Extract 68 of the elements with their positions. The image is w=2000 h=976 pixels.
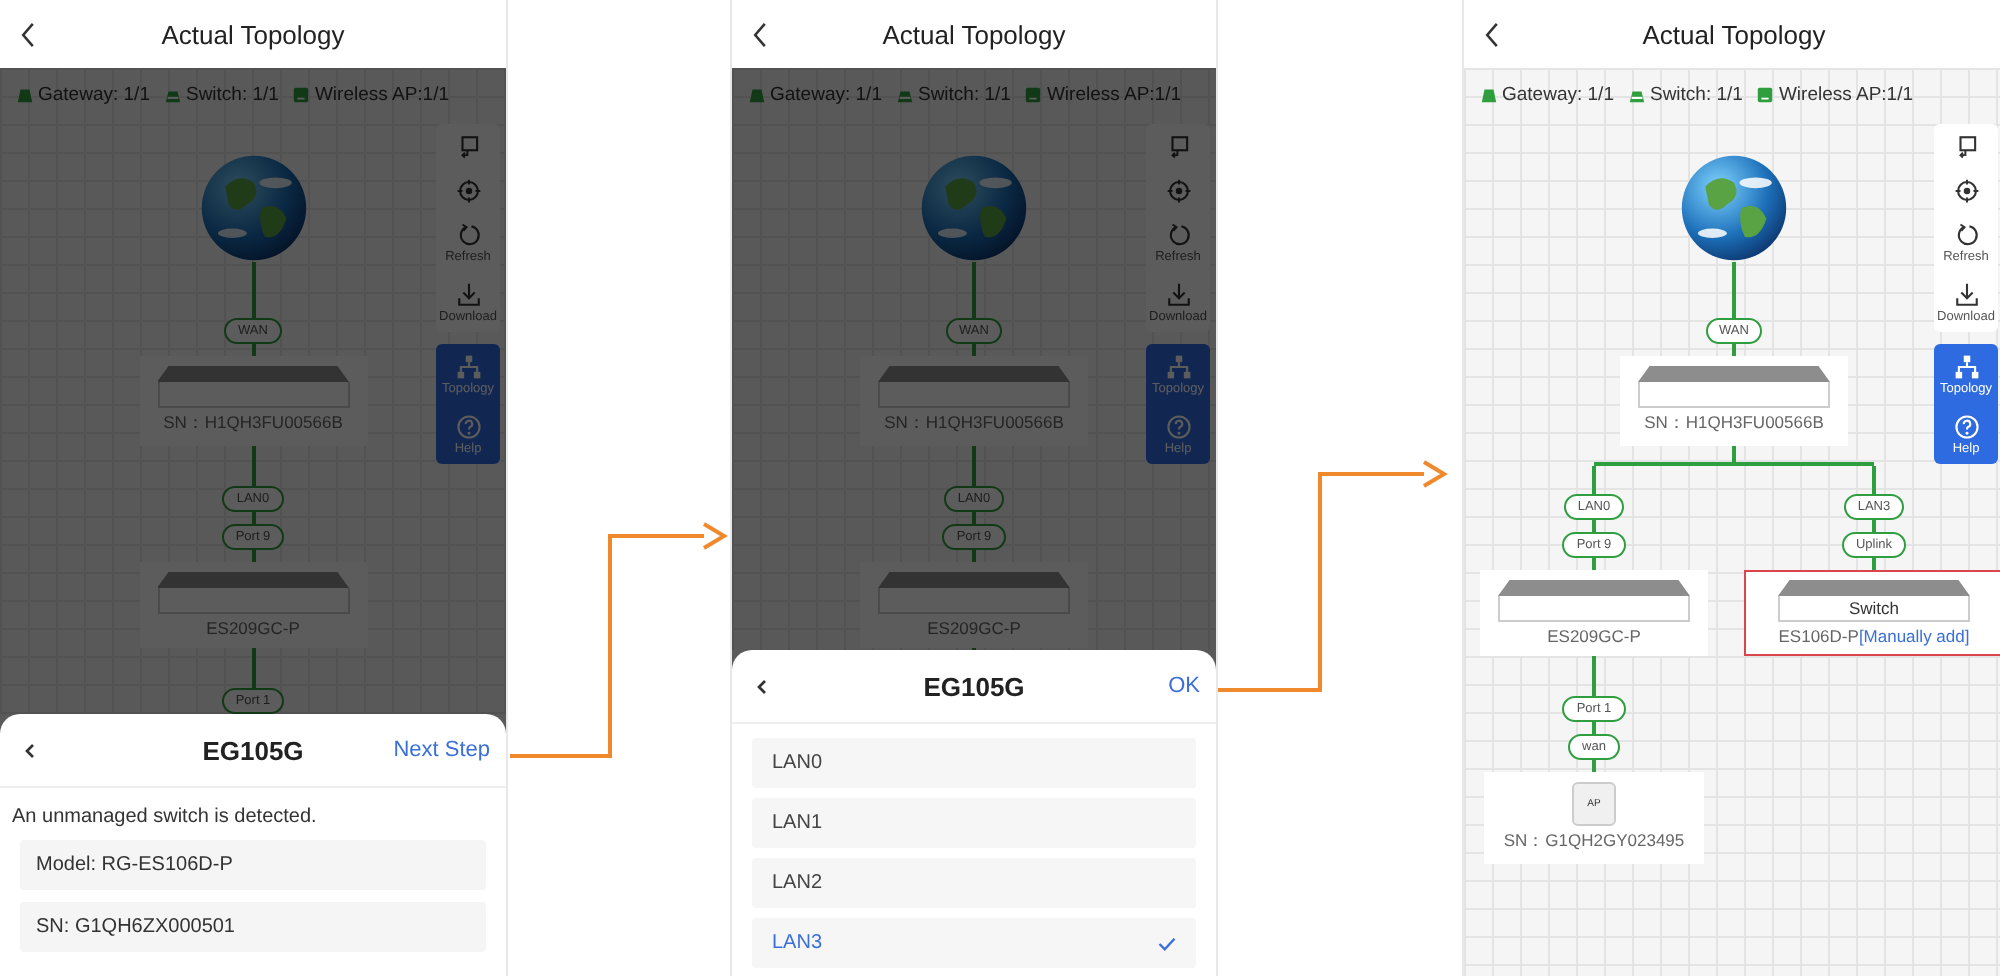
globe-drawing xyxy=(1680,154,1788,262)
device-card[interactable]: Switch ES106D-P[Manually add] xyxy=(1744,570,2000,656)
device-caption: SN：G1QH2GY023495 xyxy=(1503,830,1685,854)
screen-title: Actual Topology xyxy=(882,19,1066,49)
info-row: Model: RG-ES106D-P xyxy=(20,840,486,890)
download-icon xyxy=(1165,282,1191,308)
check-icon xyxy=(1158,935,1176,951)
switch-icon xyxy=(163,86,182,104)
help-icon xyxy=(1953,414,1979,440)
device-card[interactable]: SN：H1QH3FU00566B xyxy=(1620,356,1848,446)
device-label: Switch xyxy=(1848,598,1900,618)
screen-title: Actual Topology xyxy=(1642,19,1826,49)
help-icon xyxy=(455,414,481,440)
window-arrow-icon xyxy=(1953,134,1979,160)
back-icon[interactable] xyxy=(752,21,768,47)
back-icon[interactable] xyxy=(20,21,36,47)
legend-label: Gateway: 1/1 xyxy=(1502,84,1614,106)
router-icon xyxy=(748,86,766,104)
port-option[interactable]: LAN0 xyxy=(752,738,1196,788)
target-icon xyxy=(455,178,481,204)
access-point-icon xyxy=(1756,86,1775,104)
hierarchy-icon xyxy=(1953,354,1979,380)
access-point-icon xyxy=(292,86,311,104)
legend-label: Wireless AP:1/1 xyxy=(314,84,450,106)
back-icon[interactable] xyxy=(756,677,768,695)
access-point-icon xyxy=(1024,86,1043,104)
device-caption: SN：H1QH3FU00566B xyxy=(1644,412,1824,436)
download-icon xyxy=(455,282,481,308)
download-icon xyxy=(1953,282,1979,308)
legend-label: Gateway: 1/1 xyxy=(38,84,150,106)
window-arrow-icon xyxy=(455,134,481,160)
back-icon[interactable] xyxy=(1484,21,1500,47)
legend-label: Wireless AP:1/1 xyxy=(1778,84,1914,106)
screen-title: Actual Topology xyxy=(161,19,345,49)
device-caption: ES106D-P[Manually add] xyxy=(1778,626,1970,650)
hierarchy-icon xyxy=(455,354,481,380)
info-row: SN: G1QH6ZX000501 xyxy=(20,902,486,952)
refresh-icon xyxy=(455,222,481,248)
legend-label: Switch: 1/1 xyxy=(1649,84,1743,106)
legend-label: Wireless AP:1/1 xyxy=(1046,84,1182,106)
help-icon xyxy=(1165,414,1191,440)
port-option[interactable]: LAN1 xyxy=(752,798,1196,848)
sheet-title: EG105G xyxy=(923,671,1025,701)
target-icon xyxy=(1953,178,1979,204)
action-link[interactable]: OK xyxy=(1168,674,1200,698)
port-option[interactable]: LAN3 xyxy=(752,918,1196,968)
globe-drawing xyxy=(199,154,307,262)
hierarchy-icon xyxy=(1165,354,1191,380)
switch-icon xyxy=(895,86,914,104)
port-option[interactable]: LAN2 xyxy=(752,858,1196,908)
device-caption: ES209GC-P xyxy=(1547,626,1641,650)
back-icon[interactable] xyxy=(24,741,36,759)
manual-add-link[interactable]: [Manually add] xyxy=(1858,626,1970,646)
switch-icon xyxy=(1627,86,1646,104)
legend-label: Switch: 1/1 xyxy=(917,84,1011,106)
legend-label: Gateway: 1/1 xyxy=(770,84,882,106)
window-arrow-icon xyxy=(1165,134,1191,160)
device-card[interactable]: ES209GC-P xyxy=(1480,570,1708,656)
target-icon xyxy=(1165,178,1191,204)
action-link[interactable]: Next Step xyxy=(393,738,490,762)
router-icon xyxy=(1480,86,1498,104)
sheet-title: EG105G xyxy=(202,735,304,765)
globe-drawing xyxy=(920,154,1028,262)
refresh-icon xyxy=(1165,222,1191,248)
detected-message: An unmanaged switch is detected. xyxy=(12,806,319,828)
legend-label: Switch: 1/1 xyxy=(185,84,279,106)
refresh-icon xyxy=(1953,222,1979,248)
router-icon xyxy=(16,86,34,104)
